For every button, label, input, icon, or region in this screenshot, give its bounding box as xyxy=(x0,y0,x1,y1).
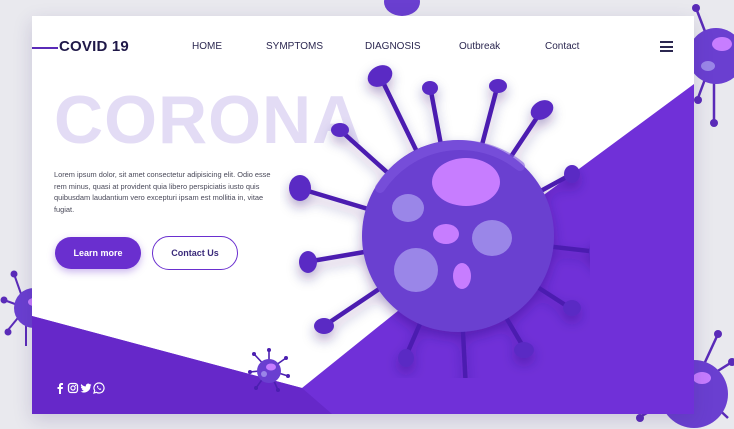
nav-symptoms[interactable]: SYMPTOMS xyxy=(266,41,323,52)
brand-logo[interactable]: COVID 19 xyxy=(59,38,129,55)
nav-outbreak[interactable]: Outbreak xyxy=(459,41,500,52)
nav-diagnosis[interactable]: DIAGNOSIS xyxy=(365,41,421,52)
hamburger-menu-icon[interactable] xyxy=(660,41,673,52)
hero-body-text: Lorem ipsum dolor, sit amet consectetur … xyxy=(54,170,271,214)
small-virus-icon xyxy=(248,348,290,392)
facebook-icon[interactable] xyxy=(54,382,66,394)
landing-page-card: COVID 19 HOME SYMPTOMS DIAGNOSIS Outbrea… xyxy=(32,16,694,414)
whatsapp-icon[interactable] xyxy=(93,382,105,394)
nav-home[interactable]: HOME xyxy=(192,41,222,52)
learn-more-button[interactable]: Learn more xyxy=(55,237,141,269)
nav-contact[interactable]: Contact xyxy=(545,41,579,52)
instagram-icon[interactable] xyxy=(67,382,79,394)
coronavirus-illustration-icon xyxy=(289,65,590,378)
twitter-icon[interactable] xyxy=(80,382,92,394)
brand-accent-line xyxy=(32,47,58,49)
contact-us-button[interactable]: Contact Us xyxy=(152,236,238,270)
